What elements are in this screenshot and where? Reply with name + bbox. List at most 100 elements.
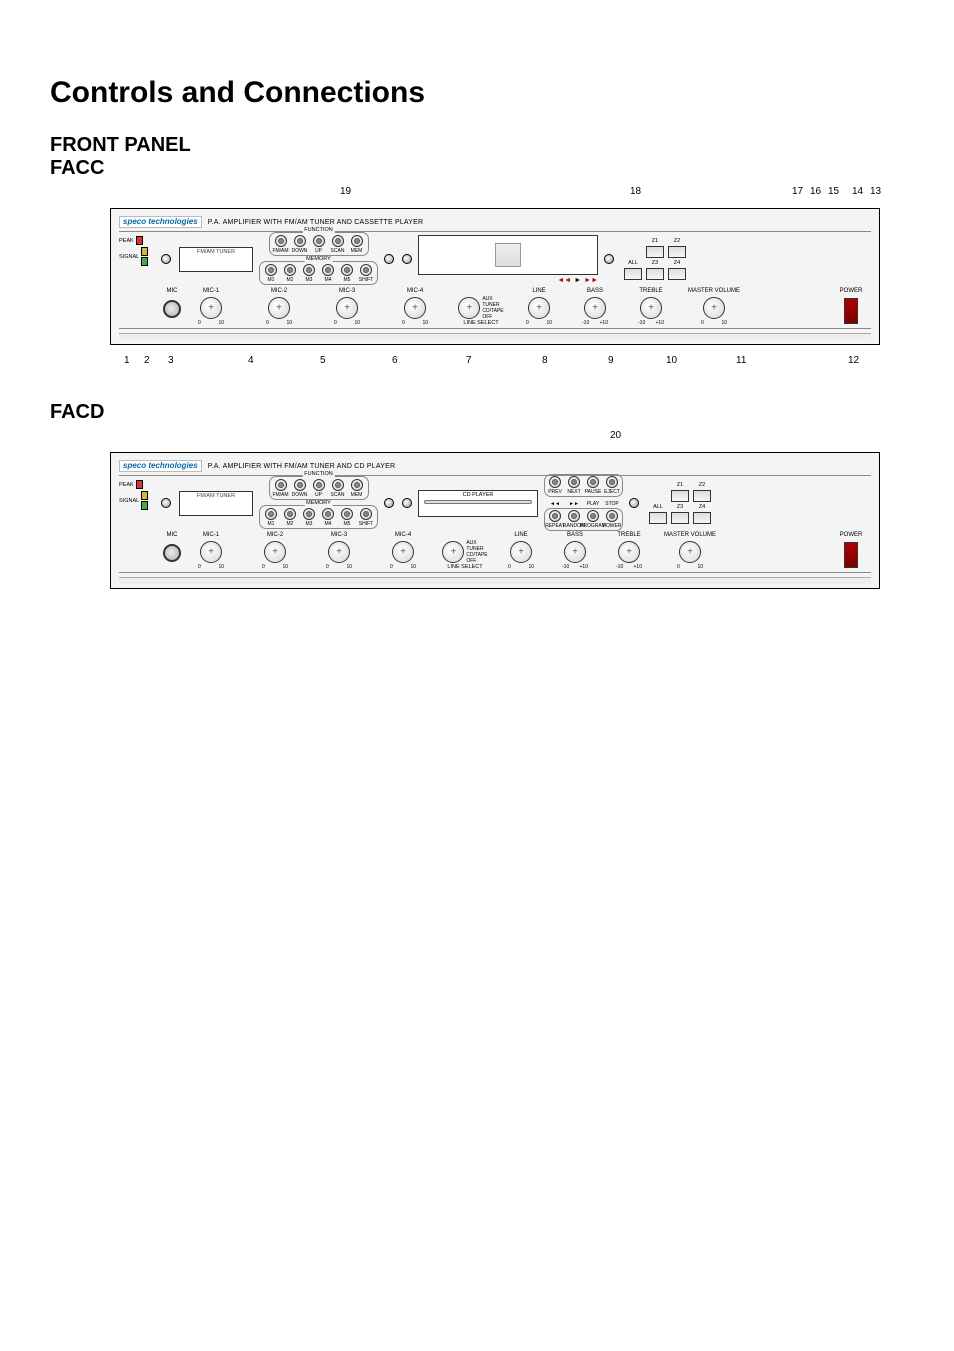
z3-switch[interactable] xyxy=(646,268,664,280)
line-knob[interactable] xyxy=(528,297,550,319)
rewind-icon[interactable]: ◄◄ xyxy=(557,277,571,284)
btn-next[interactable] xyxy=(568,476,580,488)
btn-m2[interactable] xyxy=(284,264,296,276)
mic3-knob[interactable] xyxy=(328,541,350,563)
btn-down[interactable] xyxy=(294,479,306,491)
z2-switch[interactable] xyxy=(668,246,686,258)
facd-figure: 20 speco technologies P.A. AMPLIFIER WIT… xyxy=(50,430,904,589)
facd-panel: speco technologies P.A. AMPLIFIER WITH F… xyxy=(110,452,880,589)
master-knob[interactable] xyxy=(679,541,701,563)
master-knob[interactable] xyxy=(703,297,725,319)
screw-icon xyxy=(402,254,412,264)
treble-knob[interactable] xyxy=(618,541,640,563)
mic3-knob[interactable] xyxy=(336,297,358,319)
btn-fmam[interactable] xyxy=(275,235,287,247)
scale-min: -10 xyxy=(616,564,623,570)
scale-max: +10 xyxy=(580,564,588,570)
power-switch[interactable] xyxy=(844,298,858,324)
lbl-mem: MEM xyxy=(351,248,363,254)
tuner-section: FM/AM TUNER xyxy=(179,491,253,516)
lbl-shift: SHIFT xyxy=(359,521,373,527)
z1-switch[interactable] xyxy=(671,490,689,502)
z2-switch[interactable] xyxy=(693,490,711,502)
btn-up[interactable] xyxy=(313,479,325,491)
btn-up[interactable] xyxy=(313,235,325,247)
bass-knob[interactable] xyxy=(564,541,586,563)
btn-down[interactable] xyxy=(294,235,306,247)
line-select-knob[interactable] xyxy=(442,541,464,563)
mic1-knob[interactable] xyxy=(200,297,222,319)
all-switch[interactable] xyxy=(624,268,642,280)
lbl-down: DOWN xyxy=(292,492,308,498)
mic-jack[interactable] xyxy=(163,544,181,562)
aux-options: AUX TUNER CD/TAPE OFF xyxy=(466,540,487,564)
scale-min: 0 xyxy=(198,564,201,570)
lbl-m2: M2 xyxy=(287,277,294,283)
btn-eject[interactable] xyxy=(606,476,618,488)
signal-led-g xyxy=(141,257,148,266)
mic4-knob[interactable] xyxy=(404,297,426,319)
mic2-knob[interactable] xyxy=(264,541,286,563)
signal-led-y xyxy=(141,491,148,500)
btn-fmam[interactable] xyxy=(275,479,287,491)
peak-label: PEAK xyxy=(119,482,134,488)
btn-repeat[interactable] xyxy=(549,510,561,522)
z4-switch[interactable] xyxy=(693,512,711,524)
lbl-fmam: FM/AM xyxy=(272,248,288,254)
all-switch[interactable] xyxy=(649,512,667,524)
mic1-knob[interactable] xyxy=(200,541,222,563)
treble-knob[interactable] xyxy=(640,297,662,319)
btn-shift[interactable] xyxy=(360,508,372,520)
z4-switch[interactable] xyxy=(668,268,686,280)
btn-shift[interactable] xyxy=(360,264,372,276)
function-group: FUNCTION FM/AM DOWN UP SCAN MEM xyxy=(269,232,369,256)
btn-random[interactable] xyxy=(568,510,580,522)
signal-led-y xyxy=(141,247,148,256)
btn-m1[interactable] xyxy=(265,264,277,276)
mic-jack[interactable] xyxy=(163,300,181,318)
power-switch[interactable] xyxy=(844,542,858,568)
line-select-knob[interactable] xyxy=(458,297,480,319)
ffwd-icon[interactable]: ►► xyxy=(584,277,598,284)
tuner-display: FM/AM TUNER xyxy=(179,491,253,516)
z3-switch[interactable] xyxy=(671,512,689,524)
btn-cdpower[interactable] xyxy=(606,510,618,522)
z2-label: Z2 xyxy=(693,482,711,488)
btn-m4[interactable] xyxy=(322,508,334,520)
section-front-panel: FRONT PANEL xyxy=(50,134,904,157)
btn-pause[interactable] xyxy=(587,476,599,488)
z2-label: Z2 xyxy=(668,238,686,244)
btn-m4[interactable] xyxy=(322,264,334,276)
btn-m3[interactable] xyxy=(303,264,315,276)
btn-m3[interactable] xyxy=(303,508,315,520)
btn-mem[interactable] xyxy=(351,235,363,247)
btn-prev[interactable] xyxy=(549,476,561,488)
btn-m1[interactable] xyxy=(265,508,277,520)
cassette-deck[interactable] xyxy=(418,235,598,275)
bass-knob[interactable] xyxy=(584,297,606,319)
cd-slot[interactable]: CD PLAYER xyxy=(418,490,538,517)
z1-switch[interactable] xyxy=(646,246,664,258)
mic2-knob[interactable] xyxy=(268,297,290,319)
btn-m5[interactable] xyxy=(341,264,353,276)
lbl-ff: ►► xyxy=(569,501,579,507)
power-label: POWER xyxy=(840,532,863,540)
play-icon[interactable]: ► xyxy=(574,277,581,284)
facc-panel: speco technologies P.A. AMPLIFIER WITH F… xyxy=(110,208,880,345)
callout-12: 12 xyxy=(848,355,859,366)
callout-9: 9 xyxy=(608,355,614,366)
btn-program[interactable] xyxy=(587,510,599,522)
btn-scan[interactable] xyxy=(332,235,344,247)
screw-icon xyxy=(629,498,639,508)
z1-label: Z1 xyxy=(671,482,689,488)
btn-mem[interactable] xyxy=(351,479,363,491)
btn-m5[interactable] xyxy=(341,508,353,520)
btn-scan[interactable] xyxy=(332,479,344,491)
btn-m2[interactable] xyxy=(284,508,296,520)
mic4-knob[interactable] xyxy=(392,541,414,563)
line-knob[interactable] xyxy=(510,541,532,563)
lbl-play: PLAY xyxy=(587,501,599,507)
scale-max: 10 xyxy=(286,320,292,326)
power-label: POWER xyxy=(840,288,863,296)
lbl-m1: M1 xyxy=(268,277,275,283)
